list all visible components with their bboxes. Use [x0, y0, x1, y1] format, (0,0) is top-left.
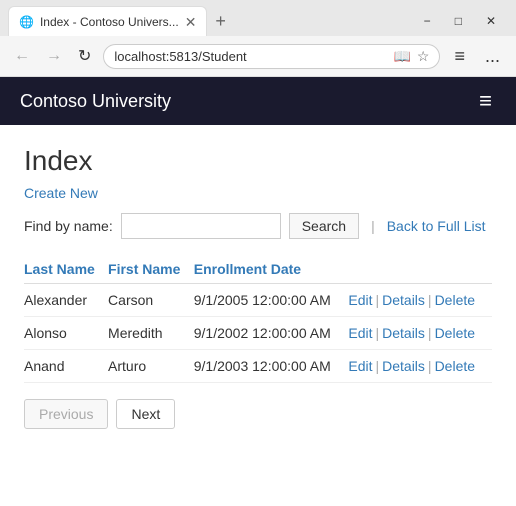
browser-chrome: 🌐 Index - Contoso Univers... ✕ + − □ ✕ ←… [0, 0, 516, 77]
table-row: Alexander Carson 9/1/2005 12:00:00 AM Ed… [24, 284, 492, 317]
create-new-link[interactable]: Create New [24, 185, 98, 201]
minimize-button[interactable]: − [412, 10, 443, 32]
next-button[interactable]: Next [116, 399, 175, 429]
action-sep: | [375, 325, 379, 341]
app-navbar: Contoso University ≡ [0, 77, 516, 125]
page-content: Index Create New Find by name: Search | … [0, 125, 516, 506]
edit-link[interactable]: Edit [348, 292, 372, 308]
cell-enrollment-date: 9/1/2003 12:00:00 AM [194, 350, 349, 383]
back-button[interactable]: ← [10, 45, 34, 67]
delete-link[interactable]: Delete [435, 292, 475, 308]
action-sep: | [375, 358, 379, 374]
col-enrollment-date: Enrollment Date [194, 255, 349, 284]
cell-actions: Edit | Details | Delete [348, 284, 492, 317]
new-tab-button[interactable]: + [207, 8, 234, 34]
col-actions [348, 255, 492, 284]
table-header-row: Last Name First Name Enrollment Date [24, 255, 492, 284]
cell-enrollment-date: 9/1/2002 12:00:00 AM [194, 317, 349, 350]
students-table: Last Name First Name Enrollment Date Ale… [24, 255, 492, 383]
col-last-name: Last Name [24, 255, 108, 284]
tab-title: Index - Contoso Univers... [40, 15, 179, 29]
tab-close-button[interactable]: ✕ [185, 15, 197, 29]
forward-button[interactable]: → [42, 45, 66, 67]
star-icon[interactable]: ☆ [417, 48, 430, 65]
cell-actions: Edit | Details | Delete [348, 317, 492, 350]
separator: | [371, 218, 375, 234]
url-box[interactable]: localhost:5813/Student 📖 ☆ [103, 44, 440, 69]
active-tab[interactable]: 🌐 Index - Contoso Univers... ✕ [8, 6, 207, 36]
cell-first-name: Arturo [108, 350, 194, 383]
hamburger-menu-button[interactable]: ≡ [475, 84, 496, 118]
address-bar: ← → ↻ localhost:5813/Student 📖 ☆ ≡ ... [0, 36, 516, 76]
url-text: localhost:5813/Student [114, 49, 387, 64]
page-title: Index [24, 145, 492, 177]
cell-enrollment-date: 9/1/2005 12:00:00 AM [194, 284, 349, 317]
tab-icon: 🌐 [19, 15, 34, 29]
table-row: Alonso Meredith 9/1/2002 12:00:00 AM Edi… [24, 317, 492, 350]
previous-button[interactable]: Previous [24, 399, 108, 429]
action-sep: | [428, 292, 432, 308]
app-title: Contoso University [20, 91, 171, 112]
search-form: Find by name: Search | Back to Full List [24, 213, 492, 239]
delete-link[interactable]: Delete [435, 358, 475, 374]
action-sep: | [428, 325, 432, 341]
search-input[interactable] [121, 213, 281, 239]
table-row: Anand Arturo 9/1/2003 12:00:00 AM Edit |… [24, 350, 492, 383]
details-link[interactable]: Details [382, 358, 425, 374]
window-close-button[interactable]: ✕ [474, 10, 508, 32]
back-to-full-list-link[interactable]: Back to Full List [387, 218, 486, 234]
reader-icon[interactable]: 📖 [393, 48, 410, 65]
refresh-button[interactable]: ↻ [74, 44, 95, 68]
cell-last-name: Alexander [24, 284, 108, 317]
menu-button[interactable]: ≡ [448, 44, 471, 69]
search-button[interactable]: Search [289, 213, 359, 239]
cell-first-name: Meredith [108, 317, 194, 350]
details-link[interactable]: Details [382, 292, 425, 308]
cell-actions: Edit | Details | Delete [348, 350, 492, 383]
search-label: Find by name: [24, 218, 113, 234]
cell-first-name: Carson [108, 284, 194, 317]
cell-last-name: Anand [24, 350, 108, 383]
maximize-button[interactable]: □ [443, 10, 474, 32]
window-controls: − □ ✕ [412, 10, 508, 32]
edit-link[interactable]: Edit [348, 325, 372, 341]
tab-bar: 🌐 Index - Contoso Univers... ✕ + − □ ✕ [0, 0, 516, 36]
action-sep: | [375, 292, 379, 308]
details-link[interactable]: Details [382, 325, 425, 341]
edit-link[interactable]: Edit [348, 358, 372, 374]
more-button[interactable]: ... [479, 44, 506, 69]
action-sep: | [428, 358, 432, 374]
pagination: Previous Next [24, 399, 492, 429]
col-first-name: First Name [108, 255, 194, 284]
delete-link[interactable]: Delete [435, 325, 475, 341]
cell-last-name: Alonso [24, 317, 108, 350]
